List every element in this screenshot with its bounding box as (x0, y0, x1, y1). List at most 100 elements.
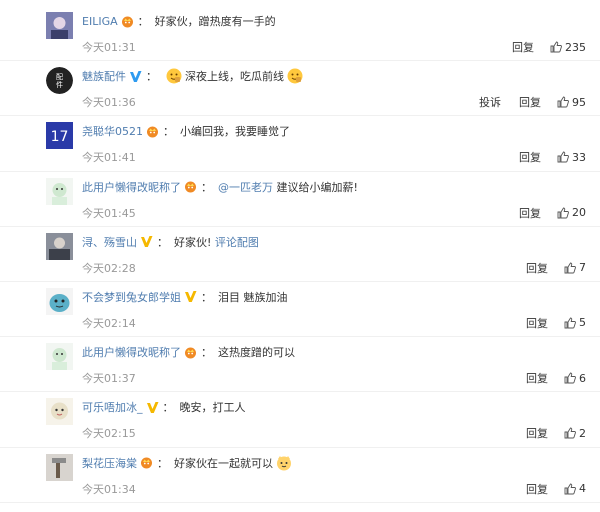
username[interactable]: 不会梦到兔女郎学姐 (82, 289, 181, 305)
comment-item: 此用户懒得改昵称了 ： 这热度蹭的可以 今天01:37 回复 6 (0, 337, 600, 393)
username[interactable]: 尧聪华0521 (82, 123, 143, 139)
comment-text: 这热度蹭的可以 (218, 346, 295, 360)
thumbs-up-icon (557, 96, 569, 108)
like-button[interactable]: 33 (557, 151, 586, 164)
like-count: 2 (579, 426, 586, 440)
emoji-icon (287, 68, 303, 84)
mention-link[interactable]: @一匹老万 (218, 181, 273, 194)
thumbs-up-icon (557, 207, 569, 219)
thumbs-up-icon (564, 317, 576, 329)
reply-button[interactable]: 回复 (519, 205, 541, 221)
like-count: 95 (572, 95, 586, 109)
reply-button[interactable]: 回复 (519, 149, 541, 165)
colon: ： (163, 125, 174, 139)
svg-text:17: 17 (51, 129, 69, 145)
avatar[interactable] (46, 12, 73, 39)
avatar[interactable] (46, 453, 73, 481)
username[interactable]: 梨花压海棠 (82, 455, 137, 471)
colon: ： (201, 346, 212, 360)
avatar[interactable] (46, 232, 73, 260)
crown-badge-icon (121, 15, 134, 28)
comment-text: 好家伙! 评论配图 (174, 234, 259, 250)
crown-badge-icon (184, 180, 197, 193)
reply-button[interactable]: 回复 (526, 315, 548, 331)
reply-button[interactable]: 回复 (526, 260, 548, 276)
avatar[interactable] (46, 287, 73, 315)
comment-text: 好家伙在一起就可以 (174, 456, 273, 470)
like-count: 33 (572, 150, 586, 164)
emoji-icon (276, 455, 292, 471)
colon: ： (201, 290, 212, 304)
like-button[interactable]: 235 (550, 41, 586, 54)
like-button[interactable]: 5 (564, 316, 586, 329)
comment-text-body: 建议给小编加薪! (276, 180, 358, 194)
comment-text: @一匹老万 建议给小编加薪! (218, 179, 358, 195)
avatar[interactable]: 17 (46, 122, 73, 150)
comment-time: 今天01:34 (82, 482, 136, 496)
comment-text: 好家伙，蹭热度有一手的 (154, 15, 276, 28)
colon: ： (157, 456, 168, 470)
verified-v-icon (146, 401, 159, 414)
thumbs-up-icon (564, 483, 576, 495)
like-count: 20 (572, 206, 586, 220)
reply-button[interactable]: 回复 (519, 94, 541, 110)
svg-text:件: 件 (56, 80, 63, 89)
verified-v-icon (184, 290, 197, 303)
emoji-icon (166, 68, 182, 84)
comment-time: 今天01:31 (82, 41, 136, 54)
colon: ： (201, 180, 212, 194)
thumbs-up-icon (564, 262, 576, 274)
comment-text: 晚安，打工人 (179, 401, 246, 415)
like-button[interactable]: 4 (564, 482, 586, 495)
avatar[interactable] (46, 177, 73, 205)
comment-text-body: 好家伙! (174, 235, 212, 249)
avatar[interactable] (46, 343, 73, 371)
comment-time: 今天01:37 (82, 372, 136, 386)
like-button[interactable]: 6 (564, 372, 586, 385)
comment-time: 今天01:36 (82, 96, 136, 110)
like-count: 4 (579, 482, 586, 495)
comment-item: 17 尧聪华0521 ： 小编回我，我要睡觉了 今天01:41 回复 33 (0, 116, 600, 172)
like-count: 7 (579, 261, 586, 275)
comment-time: 今天02:14 (82, 316, 136, 330)
comment-item: 可乐唔加冰_ ： 晚安，打工人 今天02:15 回复 2 (0, 392, 600, 448)
crown-badge-icon (140, 456, 153, 469)
like-count: 5 (579, 316, 586, 330)
colon: ： (162, 401, 174, 415)
reply-button[interactable]: 回复 (526, 425, 548, 441)
avatar[interactable] (46, 398, 73, 426)
colon: ： (157, 235, 168, 249)
verified-v-icon (129, 70, 142, 83)
comment-time: 今天01:45 (82, 206, 136, 220)
thumbs-up-icon (557, 151, 569, 163)
username[interactable]: 浔、殇雪山 (82, 234, 137, 250)
username[interactable]: EILIGA (82, 15, 118, 28)
username[interactable]: 可乐唔加冰_ (82, 399, 143, 415)
like-count: 235 (565, 40, 586, 54)
comment-time: 今天02:28 (82, 261, 136, 275)
like-button[interactable]: 20 (557, 206, 586, 219)
username[interactable]: 此用户懒得改昵称了 (82, 179, 181, 195)
comment-text: 小编回我，我要睡觉了 (180, 125, 290, 139)
like-button[interactable]: 7 (564, 261, 586, 274)
colon: ： (137, 15, 149, 28)
comment-item: 不会梦到兔女郎学姐 ： 泪目 魅族加油 今天02:14 回复 5 (0, 282, 600, 338)
comment-time: 今天01:41 (82, 151, 136, 165)
username[interactable]: 魅族配件 (82, 68, 126, 84)
username[interactable]: 此用户懒得改昵称了 (82, 344, 181, 360)
image-link[interactable]: 评论配图 (215, 236, 259, 249)
comment-item: 配件 魅族配件 ： 深夜上线，吃瓜前线 今天01:36 投诉 回复 95 (0, 61, 600, 117)
avatar[interactable]: 配件 (46, 67, 73, 95)
reply-button[interactable]: 回复 (512, 39, 534, 55)
crown-badge-icon (146, 125, 159, 138)
reply-button[interactable]: 回复 (526, 481, 548, 497)
reply-button[interactable]: 回复 (526, 370, 548, 386)
like-count: 6 (579, 371, 586, 385)
comment-text: 泪目 魅族加油 (218, 290, 288, 304)
verified-v-icon (140, 235, 153, 248)
like-button[interactable]: 95 (557, 96, 586, 109)
comment-item: 浔、殇雪山 ： 好家伙! 评论配图 今天02:28 回复 7 (0, 227, 600, 282)
like-button[interactable]: 2 (564, 427, 586, 440)
report-button[interactable]: 投诉 (479, 94, 501, 110)
colon: ： (146, 70, 157, 84)
